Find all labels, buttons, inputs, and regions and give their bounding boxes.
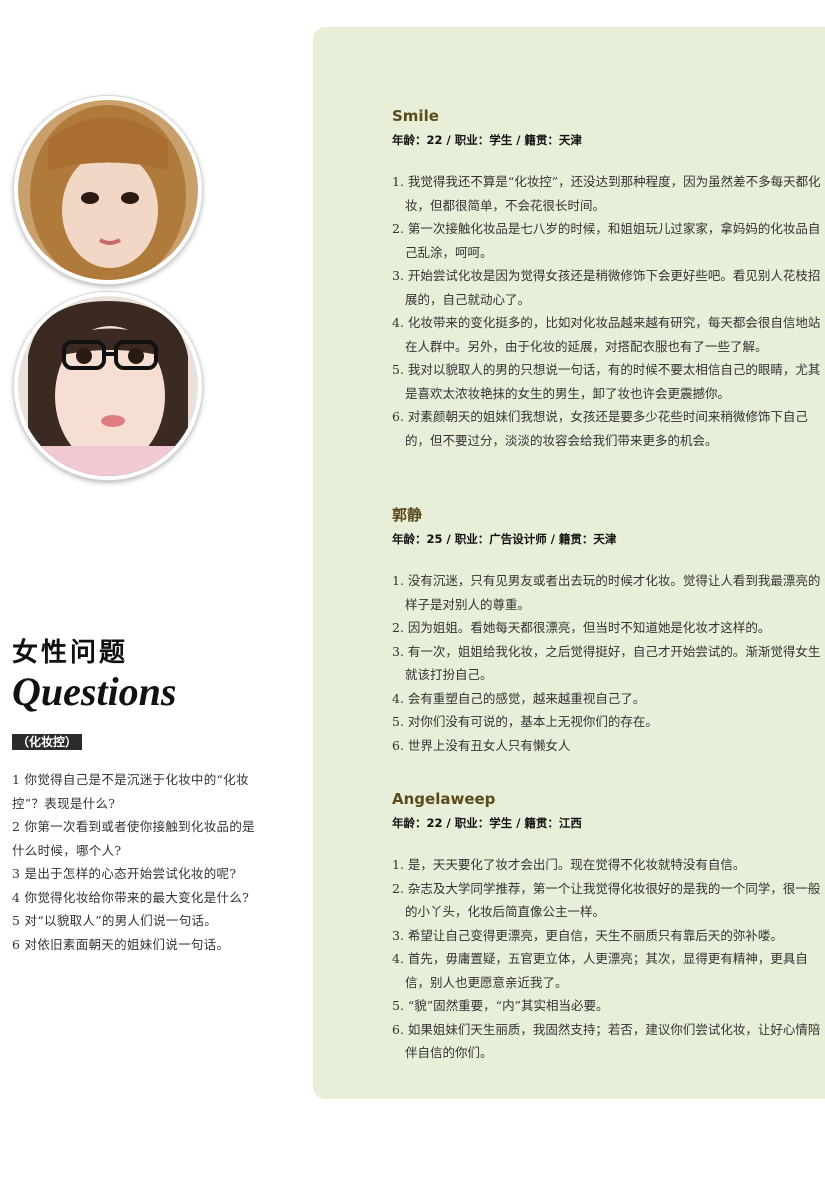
profile-smile: Smile 年龄：22 / 职业：学生 / 籍贯：天津 1. 我觉得我还不算是“… <box>392 106 822 452</box>
profile-angelaweep: Angelaweep 年龄：22 / 职业：学生 / 籍贯：江西 1. 是，天天… <box>392 789 822 1065</box>
answer-item: 6. 对素颜朝天的姐妹们我想说，女孩还是要多少花些时间来稍微修饰下自己的，但不要… <box>392 409 808 448</box>
profile-name: 郭静 <box>392 506 423 524</box>
category-tag: （化妆控） <box>12 734 83 750</box>
answer-item: 3. 有一次，姐姐给我化妆，之后觉得挺好，自己才开始尝试的。渐渐觉得女生就该打扮… <box>392 643 821 683</box>
question-line: 什么时候，哪个人? <box>12 842 122 858</box>
answer-list: 1. 是，天天要化了妆才会出门。现在觉得不化妆就特没有自信。 2. 杂志及大学同… <box>392 853 822 1065</box>
answer-item: 5. 我对以貌取人的男的只想说一句话，有的时候不要太相信自己的眼睛，尤其是喜欢太… <box>392 362 821 401</box>
answer-item: 1. 没有沉迷，只有见男友或者出去玩的时候才化妆。觉得让人看到我最漂亮的样子是对… <box>392 573 821 612</box>
answer-item: 6. 如果姐妹们天生丽质，我固然支持；若否，建议你们尝试化妆，让好心情陪伴自信的… <box>392 1021 821 1061</box>
question-line: 4 你觉得化妆给你带来的最大变化是什么? <box>12 889 250 905</box>
answer-item: 4. 化妆带来的变化挺多的，比如对化妆品越来越有研究，每天都会很自信地站在人群中… <box>392 315 821 354</box>
answer-item: 2. 因为姐姐。看她每天都很漂亮，但当时不知道她是化妆才这样的。 <box>392 620 771 635</box>
profile-name: Angelaweep <box>392 790 496 808</box>
profile-guojing: 郭静 年龄：25 / 职业：广告设计师 / 籍贯：天津 1. 没有沉迷，只有见男… <box>392 505 822 757</box>
answer-item: 4. 会有重塑自己的感觉，越来越重视自己了。 <box>392 690 646 706</box>
profile-name: Smile <box>392 107 439 125</box>
question-line: 控”？表现是什么? <box>12 795 116 811</box>
question-list: 1 你觉得自己是不是沉迷于化妆中的“化妆 控”？表现是什么? 2 你第一次看到或… <box>12 768 302 956</box>
answer-list: 1. 没有沉迷，只有见男友或者出去玩的时候才化妆。觉得让人看到我最漂亮的样子是对… <box>392 569 822 757</box>
answer-item: 3. 开始尝试化妆是因为觉得女孩还是稍微修饰下会更好些吧。看见别人花枝招展的，自… <box>392 268 821 307</box>
avatar-glasses <box>14 292 202 480</box>
section-title-cn: 女性问题 <box>12 638 129 668</box>
question-line: 5 对“以貌取人”的男人们说一句话。 <box>12 913 218 928</box>
answer-item: 5. 对你们没有可说的，基本上无视你们的存在。 <box>392 714 658 729</box>
answer-item: 2. 第一次接触化妆品是七八岁的时候，和姐姐玩儿过家家，拿妈妈的化妆品自己乱涂，… <box>392 221 821 260</box>
answer-item: 2. 杂志及大学同学推荐，第一个让我觉得化妆很好的是我的一个同学，很一般的小丫头… <box>392 880 821 920</box>
question-line: 3 是出于怎样的心态开始尝试化妆的呢? <box>12 866 237 881</box>
question-line: 6 对依旧素面朝天的姐妹们说一句话。 <box>12 936 230 952</box>
portrait-glasses-image <box>18 296 198 476</box>
portrait-smile-image <box>18 100 198 280</box>
profile-info: 年龄：22 / 职业：学生 / 籍贯：天津 <box>392 133 582 147</box>
answer-item: 1. 是，天天要化了妆才会出门。现在觉得不化妆就特没有自信。 <box>392 857 746 872</box>
questions-section: 女性问题 Questions （化妆控） 1 你觉得自己是不是沉迷于化妆中的“化… <box>12 636 302 956</box>
profile-info: 年龄：25 / 职业：广告设计师 / 籍贯：天津 <box>392 532 617 546</box>
answer-item: 3. 希望让自己变得更漂亮，更自信，天生不丽质只有靠后天的弥补喽。 <box>392 927 783 943</box>
answer-list: 1. 我觉得我还不算是“化妆控”，还没达到那种程度，因为虽然差不多每天都化妆，但… <box>392 170 822 452</box>
question-line: 1 你觉得自己是不是沉迷于化妆中的“化妆 <box>12 772 249 787</box>
answer-item: 1. 我觉得我还不算是“化妆控”，还没达到那种程度，因为虽然差不多每天都化妆，但… <box>392 174 821 213</box>
profile-info: 年龄：22 / 职业：学生 / 籍贯：江西 <box>392 816 582 830</box>
answer-item: 6. 世界上没有丑女人只有懒女人 <box>392 737 571 753</box>
question-line: 2 你第一次看到或者使你接触到化妆品的是 <box>12 819 255 834</box>
avatar-smile <box>14 96 202 284</box>
answer-item: 5. “貌”固然重要，“内”其实相当必要。 <box>392 998 609 1013</box>
section-title-en: Questions <box>12 669 177 714</box>
answer-item: 4. 首先，毋庸置疑，五官更立体，人更漂亮；其次，显得更有精神，更具自信，别人也… <box>392 951 808 990</box>
